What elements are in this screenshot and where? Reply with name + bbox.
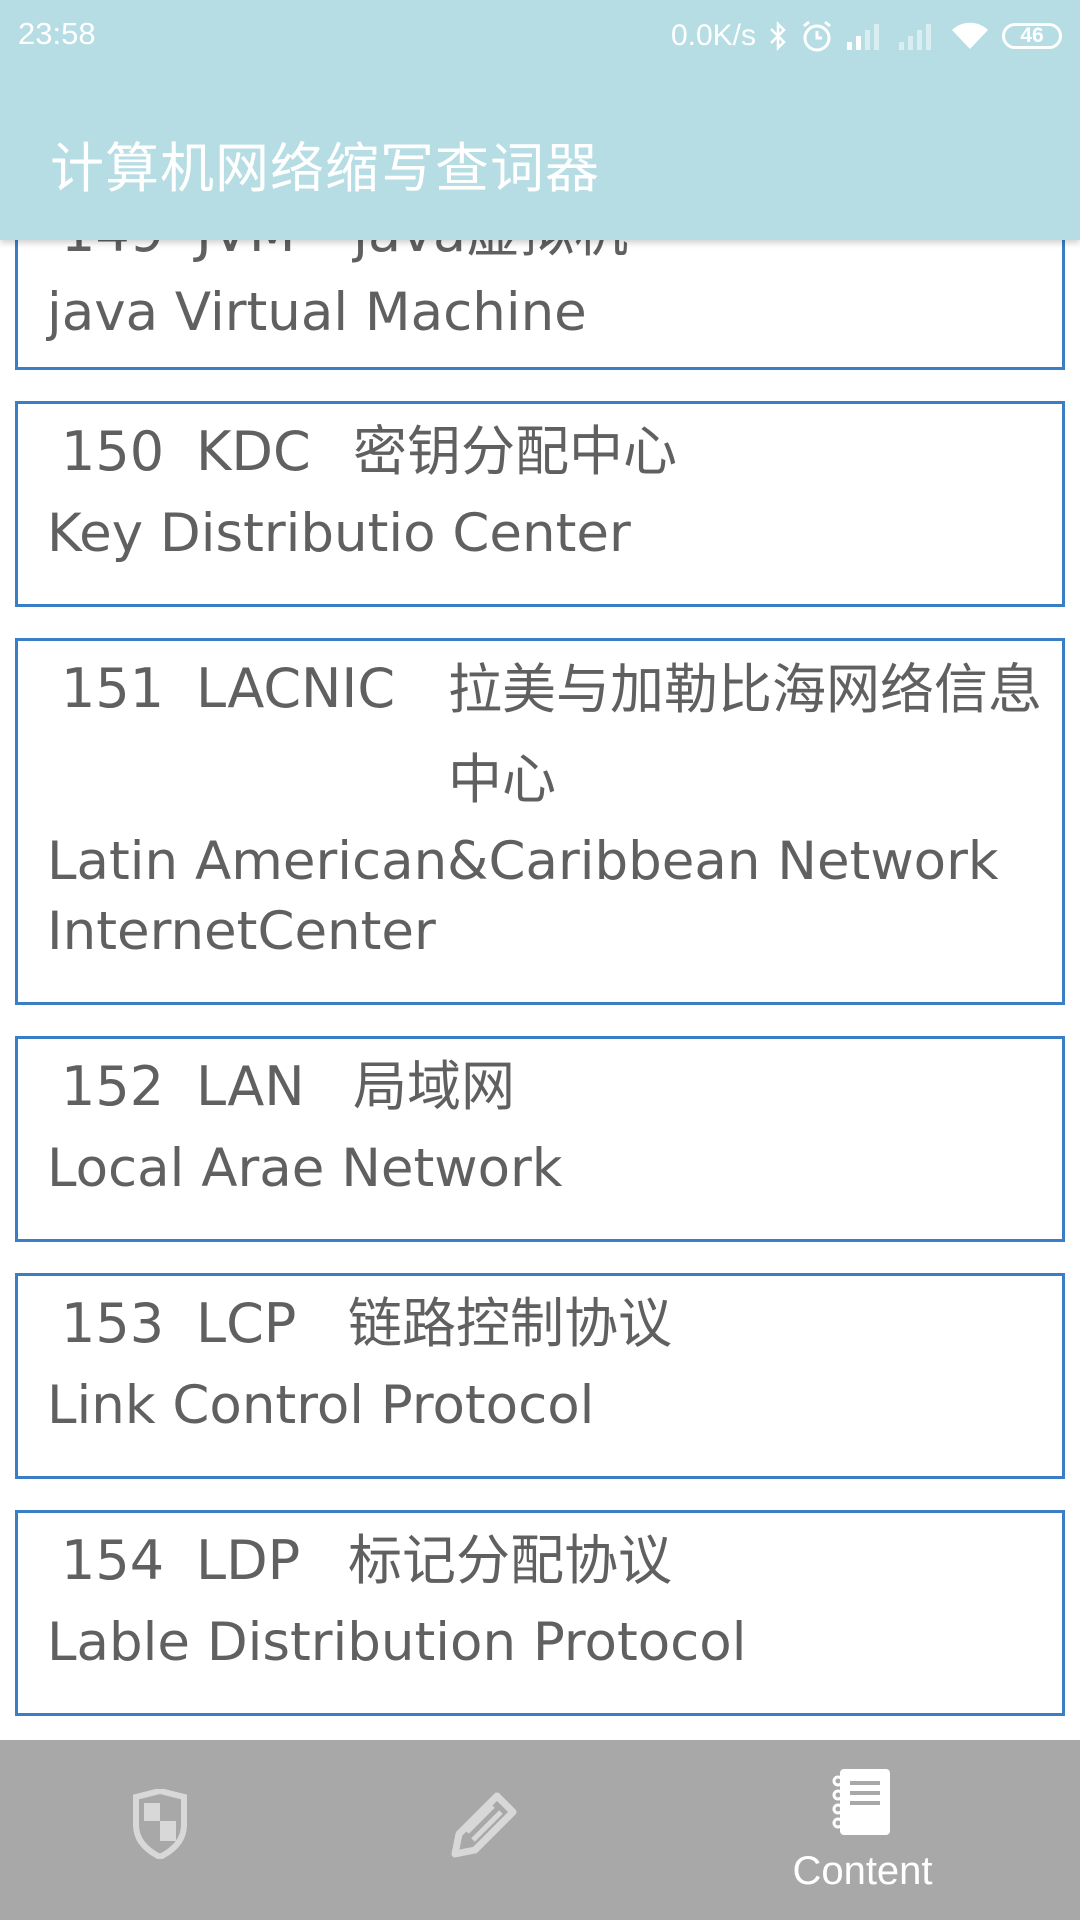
list-item[interactable]: 152 LAN 局域网 Local Arae Network: [15, 1036, 1065, 1242]
entry-abbreviation: LDP: [196, 1529, 301, 1592]
entry-chinese-name: 局域网: [353, 1055, 515, 1118]
entry-abbreviation: LAN: [196, 1055, 305, 1118]
wifi-icon: [950, 21, 990, 51]
screen: 149 JVM java虚拟机 java Virtual Machine 150…: [0, 0, 1080, 1920]
entry-chinese-name: 密钥分配中心: [353, 420, 677, 483]
notebook-icon: [832, 1767, 894, 1841]
list-item[interactable]: 150 KDC 密钥分配中心 Key Distributio Center: [15, 401, 1065, 607]
entry-header: 150 KDC 密钥分配中心: [18, 404, 1062, 499]
entry-header: 154 LDP 标记分配协议: [18, 1513, 1062, 1608]
entry-full-name: Latin American&Caribbean Network Interne…: [47, 831, 999, 962]
status-time: 23:58: [18, 16, 96, 51]
entry-header: 152 LAN 局域网: [18, 1039, 1062, 1134]
entry-number: 150: [61, 420, 165, 483]
status-icons: 0.0K/s 46: [671, 14, 1062, 58]
entry-number: 154: [61, 1529, 165, 1592]
app-bar: 23:58 0.0K/s 46 计算机网络缩写查词器: [0, 0, 1080, 240]
nav-label-content: Content: [792, 1848, 933, 1893]
entry-chinese-name: 拉美与加勒比海网络信息中心: [448, 658, 1042, 811]
signal-icon: [846, 22, 886, 50]
battery-indicator: 46: [1002, 23, 1062, 49]
entry-number: 153: [61, 1292, 165, 1355]
entry-number: 151: [61, 657, 165, 720]
list-item[interactable]: 153 LCP 链路控制协议 Link Control Protocol: [15, 1273, 1065, 1479]
entry-full-name: Link Control Protocol: [47, 1375, 595, 1436]
entry-chinese-name: 链路控制协议: [348, 1292, 672, 1355]
bottom-navigation: Content: [0, 1740, 1080, 1920]
signal-empty-icon: [898, 22, 938, 50]
shield-icon: [130, 1787, 190, 1863]
page-title: 计算机网络缩写查词器: [50, 137, 600, 200]
entry-abbreviation: LACNIC: [196, 657, 396, 720]
entry-full-name: Lable Distribution Protocol: [47, 1612, 747, 1673]
entry-full-name: Local Arae Network: [47, 1138, 563, 1199]
entry-header: 151 LACNIC 拉美与加勒比海网络信息中心: [18, 641, 1062, 827]
nav-item-shield[interactable]: [60, 1740, 260, 1920]
entry-full-name: Key Distributio Center: [47, 503, 631, 564]
entry-chinese-name: 标记分配协议: [348, 1529, 672, 1592]
nav-item-edit[interactable]: [385, 1740, 585, 1920]
alarm-icon: [800, 19, 834, 53]
abbreviation-list[interactable]: 149 JVM java虚拟机 java Virtual Machine 150…: [0, 0, 1080, 1740]
bluetooth-icon: [768, 20, 788, 52]
list-item[interactable]: 154 LDP 标记分配协议 Lable Distribution Protoc…: [15, 1510, 1065, 1716]
network-speed: 0.0K/s: [670, 19, 756, 52]
list-item[interactable]: 151 LACNIC 拉美与加勒比海网络信息中心 Latin American&…: [15, 638, 1065, 1005]
nav-item-content[interactable]: Content: [760, 1740, 965, 1920]
entry-header: 153 LCP 链路控制协议: [18, 1276, 1062, 1371]
entry-abbreviation: LCP: [196, 1292, 297, 1355]
entry-number: 152: [61, 1055, 165, 1118]
pencil-icon: [445, 1784, 525, 1868]
entry-abbreviation: KDC: [196, 420, 311, 483]
